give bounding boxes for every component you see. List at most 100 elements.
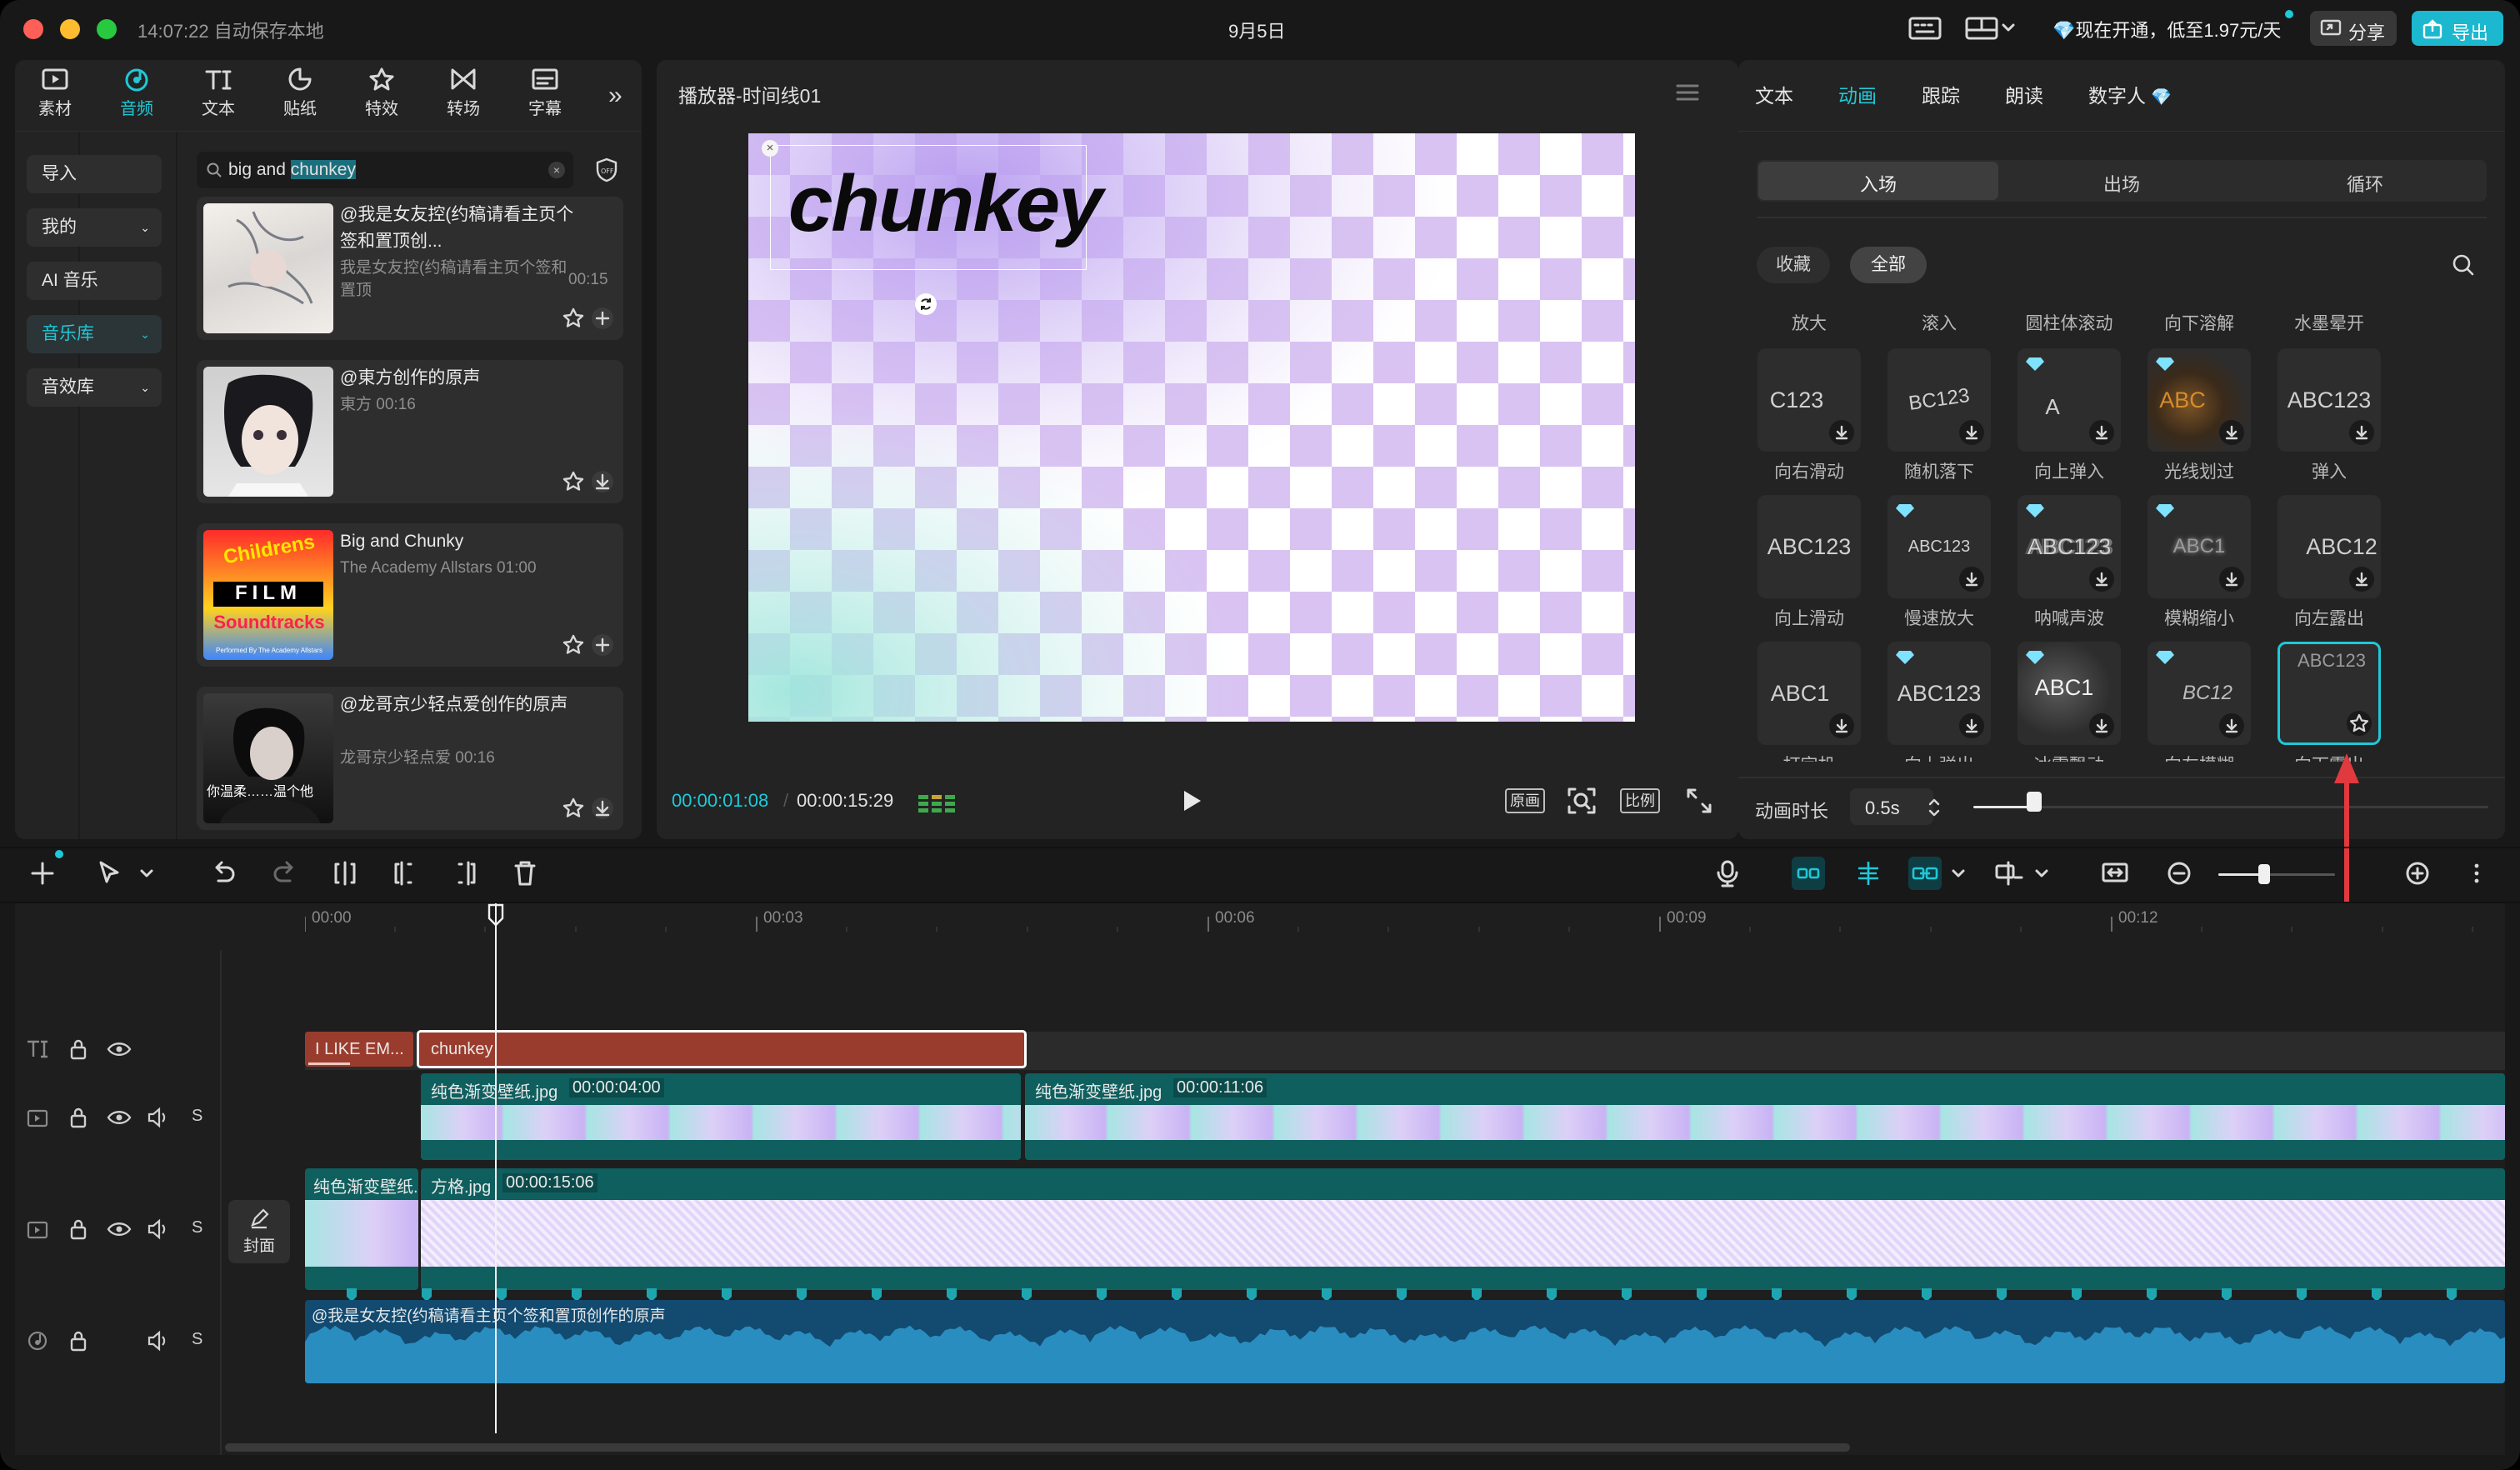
sidebar-item-music-library[interactable]: 音乐库 ⌄ bbox=[27, 315, 162, 353]
video-preview[interactable]: × chunkey bbox=[748, 133, 1635, 722]
animation-item[interactable]: ABC123 bbox=[2278, 348, 2381, 452]
tab-effects[interactable]: 特效 bbox=[348, 67, 415, 125]
fullscreen-icon[interactable] bbox=[1685, 787, 1713, 815]
video-clip[interactable]: 纯色渐变壁纸.jpg 00:00:04:00 bbox=[421, 1073, 1021, 1160]
share-button[interactable]: 分享 bbox=[2310, 11, 2397, 46]
animation-item[interactable]: BC123 bbox=[1888, 348, 1991, 452]
sidebar-item-sound-effects[interactable]: 音效库 ⌄ bbox=[27, 368, 162, 407]
tab-transition[interactable]: 转场 bbox=[430, 67, 497, 125]
tab-text[interactable]: 文本 bbox=[185, 67, 252, 125]
animation-item[interactable]: ABC123 bbox=[1758, 495, 1861, 598]
eye-icon[interactable] bbox=[107, 1218, 132, 1240]
animation-item[interactable]: ABC12 bbox=[2278, 495, 2381, 598]
animation-item[interactable]: ABC123 bbox=[2018, 495, 2121, 598]
animation-item[interactable]: ABC1 bbox=[1758, 642, 1861, 745]
chevron-down-icon[interactable] bbox=[2033, 865, 2050, 882]
animation-item[interactable]: ABC1 bbox=[2148, 495, 2251, 598]
tab-read-aloud[interactable]: 朗读 bbox=[2005, 80, 2043, 108]
chevron-down-icon[interactable] bbox=[138, 865, 155, 882]
download-icon[interactable] bbox=[2219, 713, 2244, 738]
download-icon[interactable] bbox=[1829, 713, 1854, 738]
copyright-filter-icon[interactable]: OFF bbox=[593, 157, 620, 183]
playhead[interactable] bbox=[495, 903, 497, 1433]
download-icon[interactable] bbox=[2349, 567, 2374, 592]
music-item[interactable]: 你温柔……温个他 @龙哥京少轻点爱创作的原声 龙哥京少轻点爱 00:16 bbox=[197, 687, 623, 830]
animation-item[interactable]: ABC1 bbox=[2018, 642, 2121, 745]
music-item[interactable]: Childrens FILM Soundtracks Performed By … bbox=[197, 523, 623, 667]
sidebar-item-import[interactable]: 导入 bbox=[27, 155, 162, 193]
music-item[interactable]: @我是女友控(约稿请看主页个签和置顶创... 我是女友控(约稿请看主页个签和置顶… bbox=[197, 197, 623, 340]
duration-input[interactable]: 0.5s bbox=[1850, 788, 1940, 825]
download-icon[interactable] bbox=[590, 796, 615, 821]
sidebar-item-ai-music[interactable]: AI 音乐 bbox=[27, 262, 162, 300]
lock-icon[interactable] bbox=[68, 1106, 88, 1129]
tab-digital-human[interactable]: 数字人 💎 bbox=[2088, 80, 2172, 108]
tab-caption[interactable]: 字幕 bbox=[512, 67, 578, 125]
select-tool-icon[interactable] bbox=[97, 859, 122, 888]
zoom-slider-thumb[interactable] bbox=[2258, 864, 2270, 884]
auto-snap-button[interactable] bbox=[1852, 857, 1885, 890]
tab-animation[interactable]: 动画 bbox=[1838, 80, 1877, 108]
main-video-clip[interactable]: 方格.jpg 00:00:15:06 bbox=[421, 1168, 2505, 1290]
layout-icon[interactable] bbox=[1965, 17, 2015, 40]
trim-left-icon[interactable] bbox=[392, 859, 418, 888]
timeline-ruler[interactable] bbox=[305, 915, 2505, 932]
audio-clip[interactable]: @我是女友控(约稿请看主页个签和置顶创作的原声 bbox=[305, 1300, 2505, 1383]
subtab-in[interactable]: 入场 bbox=[1757, 170, 2000, 197]
tab-audio[interactable]: 音频 bbox=[103, 67, 170, 125]
download-icon[interactable] bbox=[1959, 420, 1984, 445]
export-button[interactable]: 导出 bbox=[2412, 11, 2503, 46]
overlay-text[interactable]: chunkey bbox=[788, 158, 1102, 250]
download-icon[interactable] bbox=[2349, 420, 2374, 445]
fit-screen-icon[interactable] bbox=[1567, 787, 1597, 815]
add-to-timeline-icon[interactable] bbox=[590, 306, 615, 331]
music-search-input[interactable]: big and chunkey × bbox=[197, 152, 573, 188]
player-menu-icon[interactable] bbox=[1675, 83, 1700, 102]
tab-text-properties[interactable]: 文本 bbox=[1755, 80, 1793, 108]
favorite-star-icon[interactable] bbox=[561, 306, 586, 331]
more-tabs-icon[interactable]: » bbox=[608, 82, 622, 110]
solo-icon[interactable]: S bbox=[192, 1218, 202, 1238]
minimize-window-button[interactable] bbox=[60, 19, 80, 39]
volume-icon[interactable] bbox=[147, 1330, 170, 1352]
delete-text-icon[interactable]: × bbox=[762, 140, 778, 157]
add-to-timeline-icon[interactable] bbox=[590, 632, 615, 658]
vip-promo[interactable]: 💎现在开通，低至1.97元/天 bbox=[2052, 16, 2281, 42]
lock-icon[interactable] bbox=[68, 1218, 88, 1241]
animation-item[interactable]: ABC123 bbox=[1888, 495, 1991, 598]
chevron-down-icon[interactable] bbox=[1950, 865, 1967, 882]
download-icon[interactable] bbox=[1959, 713, 1984, 738]
timeline-scrollbar[interactable] bbox=[225, 1443, 1850, 1452]
eye-icon[interactable] bbox=[107, 1107, 132, 1128]
linkage-button[interactable] bbox=[1908, 857, 1942, 890]
rotate-handle-icon[interactable] bbox=[915, 293, 937, 315]
animation-item-selected[interactable]: ABC123 bbox=[2278, 642, 2381, 745]
video-clip[interactable]: 纯色渐变壁纸.jpg 00:00:11:06 bbox=[1025, 1073, 2505, 1160]
fit-timeline-icon[interactable] bbox=[2100, 859, 2130, 888]
original-quality-button[interactable]: 原画 bbox=[1505, 788, 1545, 813]
search-animation-icon[interactable] bbox=[2452, 253, 2475, 277]
duration-slider-track[interactable] bbox=[1973, 806, 2488, 808]
volume-icon[interactable] bbox=[147, 1218, 170, 1240]
keyboard-icon[interactable] bbox=[1908, 17, 1942, 40]
tab-tracking[interactable]: 跟踪 bbox=[1922, 80, 1960, 108]
sidebar-item-mine[interactable]: 我的 ⌄ bbox=[27, 208, 162, 247]
favorite-star-icon[interactable] bbox=[2347, 711, 2372, 736]
redo-icon[interactable] bbox=[272, 859, 298, 888]
filter-all[interactable]: 全部 bbox=[1850, 247, 1927, 283]
volume-icon[interactable] bbox=[147, 1107, 170, 1128]
close-window-button[interactable] bbox=[23, 19, 43, 39]
download-icon[interactable] bbox=[590, 469, 615, 494]
preview-axis-icon[interactable] bbox=[1993, 859, 2027, 888]
animation-item[interactable]: ABC123 bbox=[1888, 642, 1991, 745]
playhead-handle[interactable] bbox=[487, 903, 505, 927]
favorite-star-icon[interactable] bbox=[561, 469, 586, 494]
download-icon[interactable] bbox=[2219, 420, 2244, 445]
eye-icon[interactable] bbox=[107, 1038, 132, 1060]
animation-item[interactable]: A bbox=[2018, 348, 2121, 452]
lock-icon[interactable] bbox=[68, 1038, 88, 1061]
animation-item[interactable]: ABC bbox=[2148, 348, 2251, 452]
play-button[interactable] bbox=[1180, 788, 1203, 813]
tab-sticker[interactable]: 贴纸 bbox=[267, 67, 333, 125]
main-video-clip[interactable]: 纯色渐变壁纸. bbox=[305, 1168, 418, 1290]
